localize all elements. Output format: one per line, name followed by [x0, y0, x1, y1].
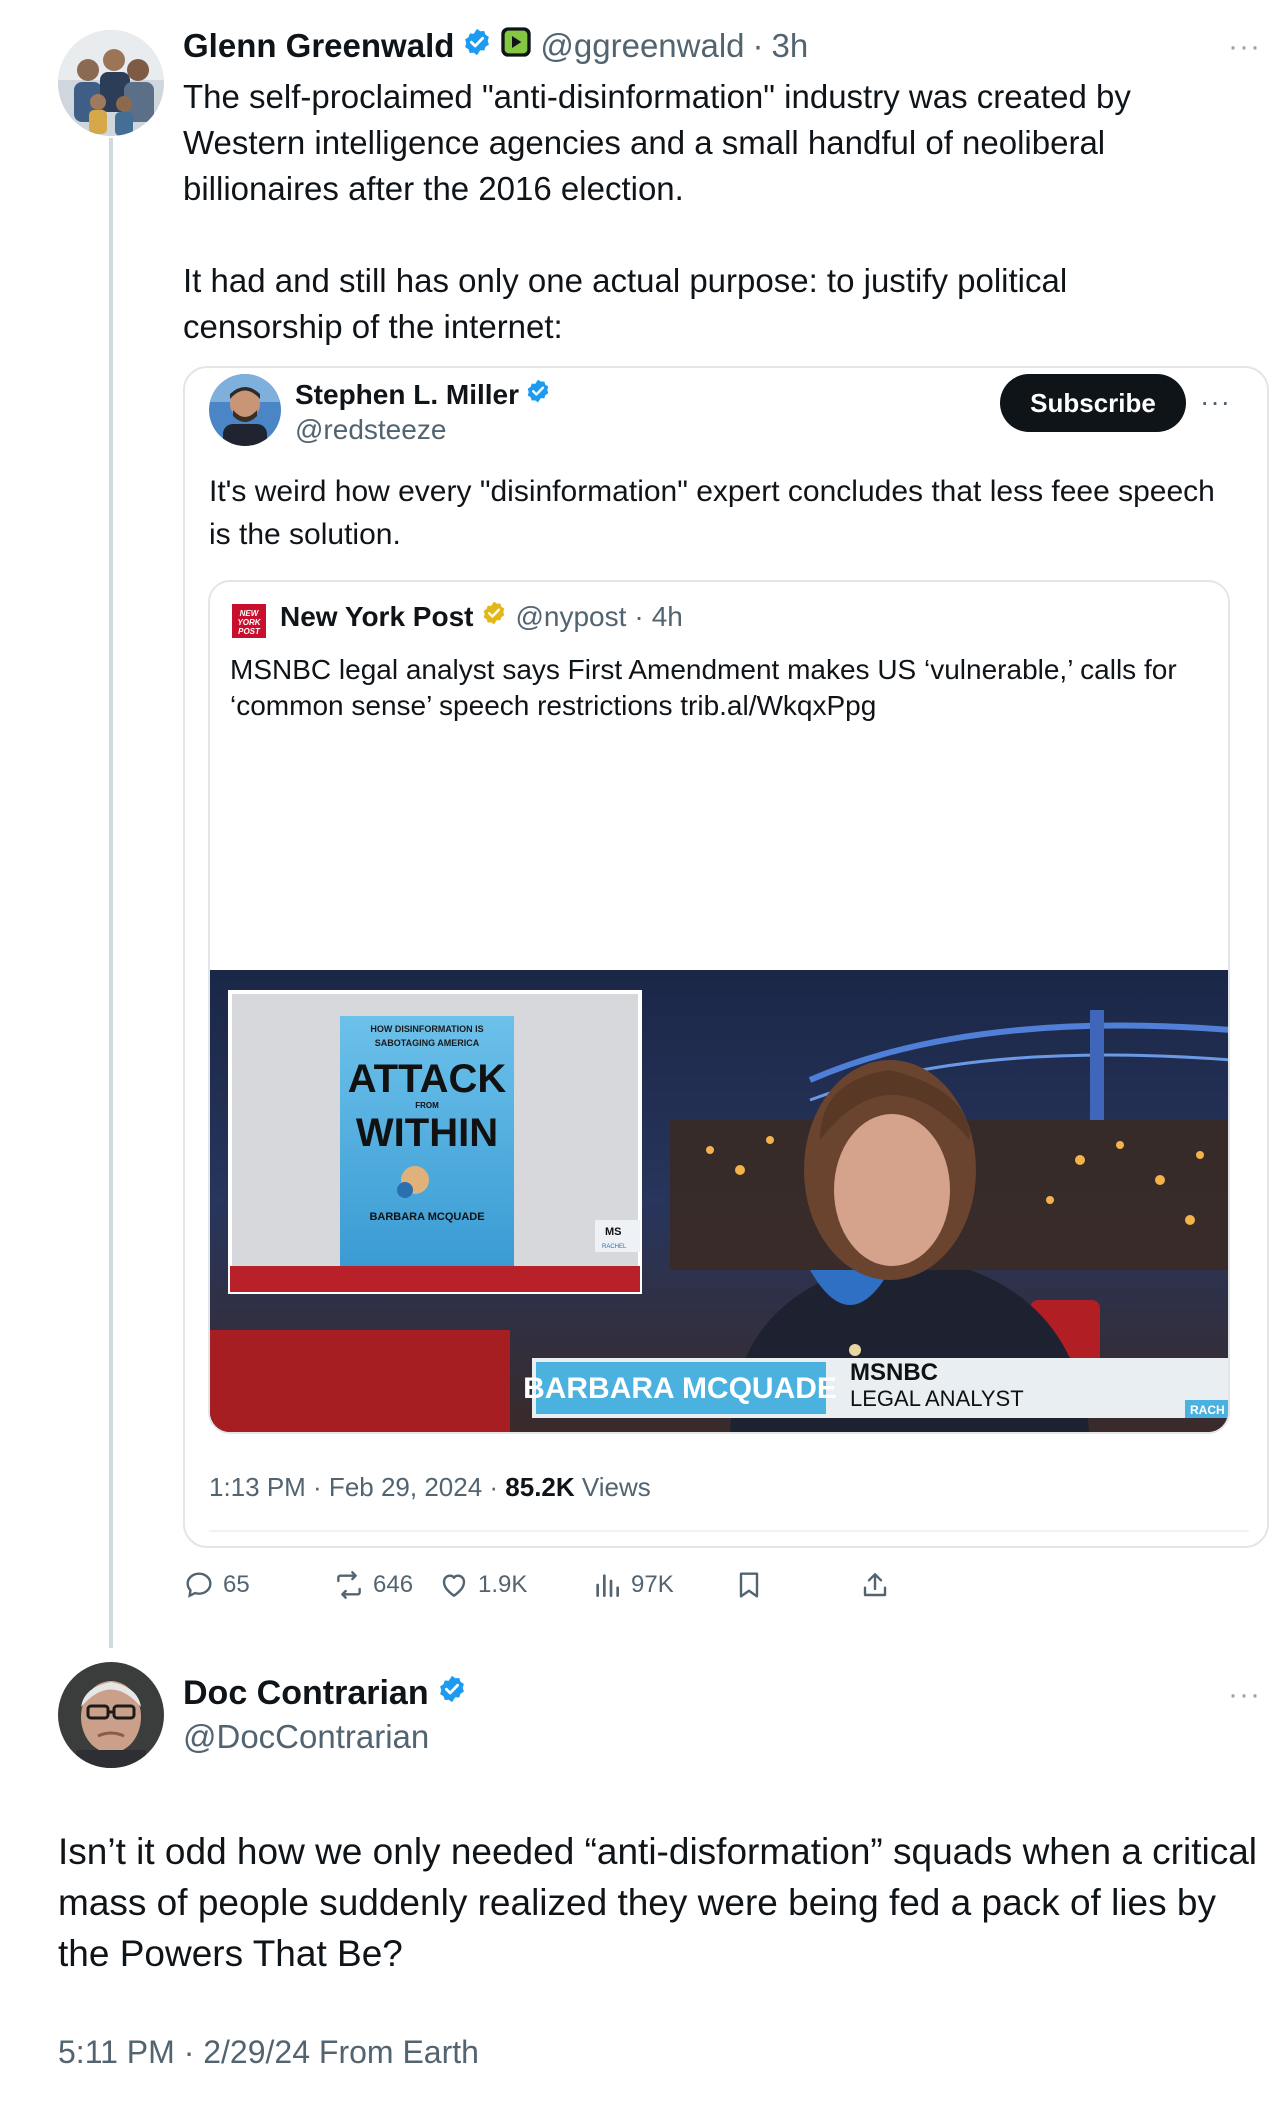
new-york-post-logo[interactable]: NEW YORK POST	[232, 604, 266, 638]
book-author: BARBARA MCQUADE	[369, 1211, 484, 1223]
author-name[interactable]: Glenn Greenwald	[183, 27, 454, 65]
reply-count: 65	[223, 1571, 250, 1598]
chyron-corner: RACH	[1190, 1403, 1225, 1417]
dot-separator: ·	[634, 600, 644, 632]
verified-badge-icon	[437, 1674, 467, 1713]
quoted-post-timestamp[interactable]: 1:13 PM · Feb 29, 2024 ·	[209, 1472, 505, 1502]
analytics-icon	[596, 1574, 619, 1597]
post2-author-handle[interactable]: @DocContrarian	[183, 1718, 429, 1756]
subscribe-button[interactable]: Subscribe	[1000, 374, 1186, 432]
avatar-stephen-miller[interactable]	[209, 374, 281, 446]
book-title-within: WITHIN	[356, 1111, 498, 1155]
chyron-title: LEGAL ANALYST	[850, 1386, 1024, 1411]
news-media-image[interactable]: HOW DISINFORMATION IS SABOTAGING AMERICA…	[210, 970, 1228, 1432]
repost-icon	[337, 1571, 361, 1599]
post-more-button[interactable]: ···	[1228, 32, 1261, 62]
book-subtitle-line2: SABOTAGING AMERICA	[375, 1038, 480, 1048]
nested-post-text: MSNBC legal analyst says First Amendment…	[230, 654, 1177, 721]
book-title-attack: ATTACK	[348, 1057, 507, 1101]
verified-badge-icon	[525, 378, 551, 411]
chyron-network: MSNBC	[850, 1359, 938, 1386]
divider	[209, 1530, 1249, 1532]
reply-icon	[186, 1572, 212, 1598]
book-subtitle-line1: HOW DISINFORMATION IS	[370, 1024, 483, 1034]
quoted-views-label: Views	[574, 1472, 651, 1502]
nyp-logo-text: NEW YORK POST	[237, 609, 261, 636]
quoted-post-text: It's weird how every "disinformation" ex…	[209, 475, 1215, 551]
quoted-more-button[interactable]: ···	[1200, 388, 1231, 416]
nested-quoted-post-card[interactable]: NEW YORK POST New York Post @nypost · 4h…	[208, 580, 1230, 1434]
heart-icon	[442, 1574, 466, 1597]
like-count: 1.9K	[478, 1571, 528, 1598]
avatar-glenn-greenwald[interactable]	[58, 30, 164, 136]
quoted-author-handle[interactable]: @redsteeze	[295, 414, 446, 446]
post2-author-row: Doc Contrarian	[183, 1674, 467, 1713]
rumble-affiliate-icon	[500, 26, 532, 66]
nested-author-handle[interactable]: @nypost	[515, 601, 626, 633]
quoted-post-meta: 1:13 PM · Feb 29, 2024 · 85.2K Views	[209, 1472, 651, 1503]
repost-count: 646	[373, 1571, 414, 1598]
share-icon	[863, 1573, 887, 1597]
dot-separator: ·	[752, 27, 764, 64]
repost-button[interactable]: 646	[333, 1560, 413, 1610]
bookmark-button[interactable]	[733, 1560, 765, 1610]
quoted-author-name[interactable]: Stephen L. Miller	[295, 379, 519, 411]
post-action-bar: 65 646 1.9K 97K	[183, 1560, 1173, 1610]
post-text: The self-proclaimed "anti-disinformation…	[183, 78, 1131, 345]
thread-connector-line	[109, 138, 113, 1648]
post2-timestamp[interactable]: 5:11 PM · 2/29/24 From Earth	[58, 2034, 479, 2071]
inset-network-bug: MS	[605, 1226, 622, 1238]
nested-post-header: New York Post @nypost · 4h	[280, 600, 683, 633]
author-handle[interactable]: @ggreenwald	[540, 27, 744, 65]
avatar-doc-contrarian[interactable]	[58, 1662, 164, 1768]
post2-text: Isn’t it odd how we only needed “anti-di…	[58, 1831, 1258, 1974]
book-title-from: FROM	[415, 1101, 439, 1110]
views-button[interactable]: 97K	[591, 1560, 674, 1610]
gold-verified-badge-icon	[481, 600, 507, 633]
verified-badge-icon	[462, 27, 492, 65]
like-button[interactable]: 1.9K	[438, 1560, 527, 1610]
post-time[interactable]: 3h	[772, 27, 809, 65]
quoted-views-count: 85.2K	[505, 1472, 575, 1502]
post2-more-button[interactable]: ···	[1228, 1680, 1261, 1710]
inset-show-bug: RACHEL	[602, 1244, 627, 1250]
quoted-author-name-row: Stephen L. Miller	[295, 378, 551, 411]
bookmark-icon	[739, 1572, 759, 1598]
reply-button[interactable]: 65	[183, 1560, 250, 1610]
post2-author-name[interactable]: Doc Contrarian	[183, 1674, 429, 1713]
nested-author-name[interactable]: New York Post	[280, 601, 473, 633]
share-button[interactable]	[859, 1560, 891, 1610]
views-count: 97K	[631, 1571, 674, 1598]
nested-post-time[interactable]: 4h	[652, 601, 683, 633]
quoted-post-card[interactable]: Stephen L. Miller @redsteeze Subscribe ·…	[183, 366, 1269, 1548]
chyron-name: BARBARA MCQUADE	[523, 1372, 837, 1405]
post-header: Glenn Greenwald @ggreenwald · 3h	[183, 24, 808, 68]
